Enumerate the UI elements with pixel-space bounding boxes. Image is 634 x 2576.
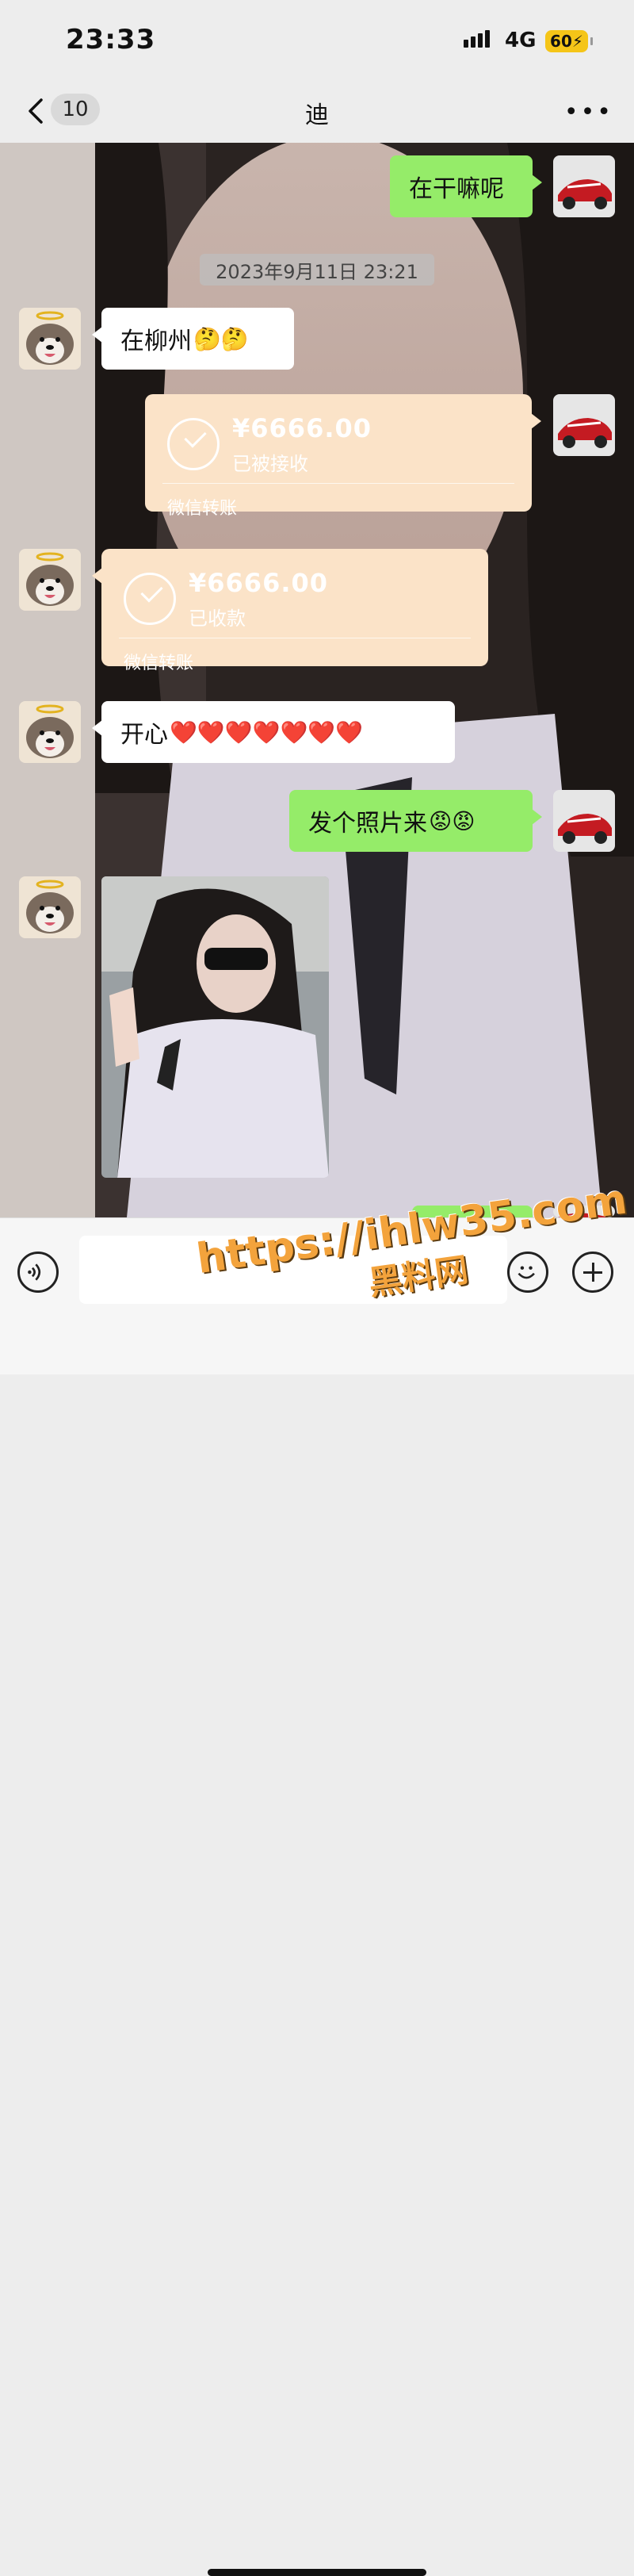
transfer-amount: ¥6666.00 bbox=[232, 413, 372, 443]
battery-icon: 60 ⚡ bbox=[545, 30, 593, 52]
status-bar: 23:33 4G 60 ⚡ bbox=[0, 0, 634, 79]
transfer-status: 已收款 bbox=[189, 608, 246, 630]
transfer-amount: ¥6666.00 bbox=[189, 568, 329, 598]
contact-avatar[interactable] bbox=[19, 308, 81, 370]
divider bbox=[162, 483, 514, 484]
battery-level: 60 bbox=[550, 32, 572, 51]
self-avatar[interactable] bbox=[553, 155, 615, 217]
nav-bar: 10 迪 ••• bbox=[0, 79, 634, 143]
message-text: 开心 bbox=[120, 721, 168, 749]
chat-title: 迪 bbox=[305, 102, 329, 129]
check-circle-icon bbox=[167, 418, 220, 470]
check-circle-icon bbox=[124, 573, 176, 625]
message-emoji: ❤️❤️❤️❤️❤️❤️❤️ bbox=[170, 719, 364, 746]
message-bubble-sent[interactable]: 发个照片来 😡😡 bbox=[289, 790, 542, 852]
message-text: 发个照片来 bbox=[308, 810, 427, 838]
message-emoji: 😡😡 bbox=[429, 807, 476, 834]
message-bubble-received[interactable]: 在柳州 🤔🤔 bbox=[92, 308, 294, 370]
network-type: 4G bbox=[505, 29, 537, 52]
contact-avatar[interactable] bbox=[19, 876, 81, 938]
transfer-status: 已被接收 bbox=[232, 453, 308, 475]
chat-area[interactable]: 在干嘛呢 2023年9月11日 23:21 在柳州 🤔🤔 ¥6666.00 已被… bbox=[0, 143, 634, 1217]
status-time: 23:33 bbox=[66, 24, 156, 56]
message-text: 在干嘛呢 bbox=[409, 175, 504, 203]
more-icon[interactable]: ••• bbox=[564, 98, 613, 126]
message-bubble-sent[interactable]: 在干嘛呢 bbox=[390, 155, 542, 217]
contact-avatar[interactable] bbox=[19, 549, 81, 611]
self-avatar[interactable] bbox=[553, 394, 615, 456]
home-indicator bbox=[208, 2569, 426, 2576]
signal-icon bbox=[464, 30, 490, 48]
message-text: 在柳州 bbox=[120, 328, 192, 355]
transfer-card-received[interactable]: ¥6666.00 已收款 微信转账 bbox=[92, 549, 488, 673]
photo-message[interactable] bbox=[101, 876, 329, 1178]
message-bubble-received[interactable]: 开心 ❤️❤️❤️❤️❤️❤️❤️ bbox=[92, 701, 455, 763]
transfer-label: 微信转账 bbox=[124, 654, 194, 673]
transfer-label: 微信转账 bbox=[167, 499, 238, 519]
message-emoji: 🤔🤔 bbox=[193, 325, 249, 352]
self-avatar[interactable] bbox=[553, 790, 615, 852]
timestamp: 2023年9月11日 23:21 bbox=[200, 254, 434, 286]
voice-icon[interactable] bbox=[17, 1252, 59, 1293]
contact-avatar[interactable] bbox=[19, 701, 81, 763]
transfer-card-sent[interactable]: ¥6666.00 已被接收 微信转账 bbox=[145, 394, 541, 519]
